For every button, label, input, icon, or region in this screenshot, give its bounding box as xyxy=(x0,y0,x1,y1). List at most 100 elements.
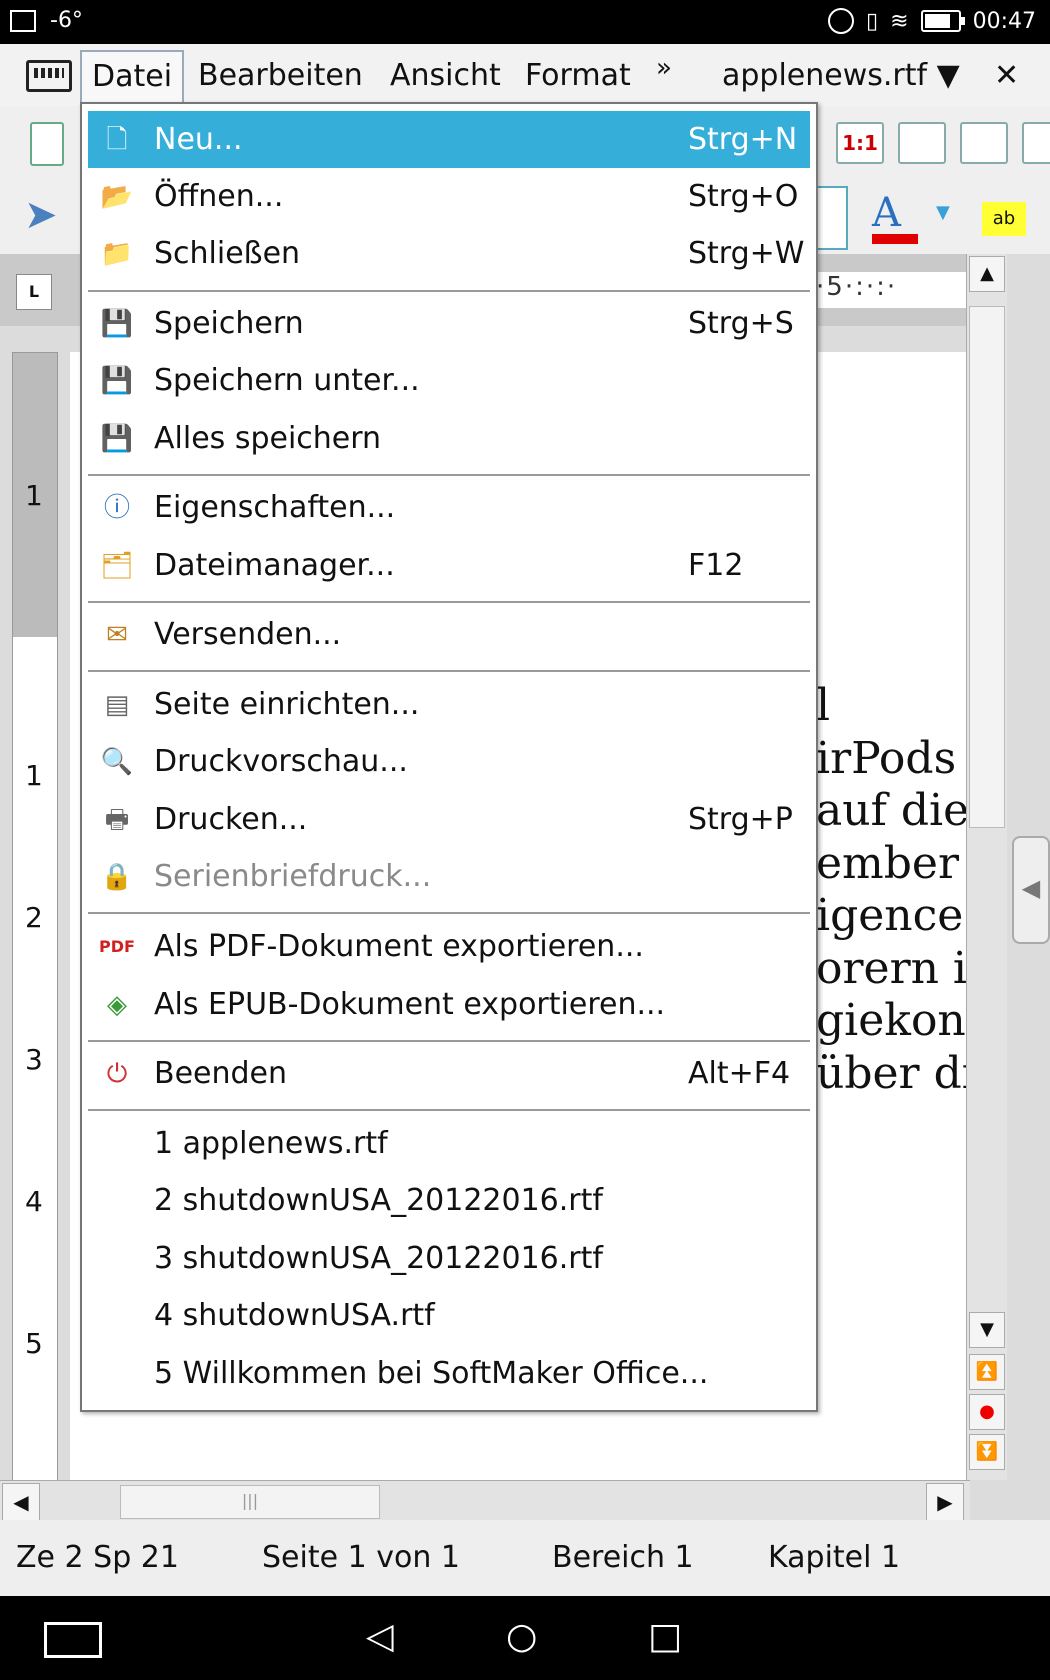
horizontal-scrollbar[interactable]: ◀ ||| ▶ xyxy=(0,1480,970,1521)
menu-item-shortcut: Strg+S xyxy=(688,306,794,341)
print-preview-icon: 🔍 xyxy=(100,747,134,777)
menu-item-label: Schließen xyxy=(154,236,301,271)
recent-file-label: 3 shutdownUSA_20122016.rtf xyxy=(154,1241,603,1276)
menu-item-label: Serienbriefdruck... xyxy=(154,859,432,894)
ruler-number: 2 xyxy=(25,901,43,934)
back-icon[interactable]: ◁ xyxy=(366,1616,394,1657)
printer-icon: 🖶 xyxy=(104,805,130,835)
recent-file-3[interactable]: 3 shutdownUSA_20122016.rtf xyxy=(88,1230,810,1287)
pdf-icon: PDF xyxy=(99,937,135,956)
previous-page-icon[interactable]: ⏫ xyxy=(969,1354,1005,1390)
menu-item-exit[interactable]: ⏻ Beenden Alt+F4 xyxy=(88,1045,810,1102)
status-bar: -6° ▯ ≋ 00:47 xyxy=(0,0,1050,44)
save-as-icon: 💾 xyxy=(100,366,134,396)
menu-datei[interactable]: Datei xyxy=(80,50,185,104)
new-document-icon[interactable] xyxy=(30,122,64,166)
menu-item-mail-merge[interactable]: 🔒 Serienbriefdruck... xyxy=(88,848,810,905)
recent-file-2[interactable]: 2 shutdownUSA_20122016.rtf xyxy=(88,1172,810,1229)
menu-ansicht[interactable]: Ansicht xyxy=(390,56,501,96)
menu-item-shortcut: Alt+F4 xyxy=(688,1056,791,1091)
menu-item-shortcut: Strg+P xyxy=(688,802,793,837)
next-page-icon[interactable]: ⏬ xyxy=(969,1434,1005,1470)
doc-line: l xyxy=(816,680,831,731)
menu-item-label: Alles speichern xyxy=(154,421,382,456)
page-width-icon[interactable] xyxy=(898,122,946,164)
menu-item-page-setup[interactable]: ▤ Seite einrichten... xyxy=(88,676,810,733)
vertical-scrollbar[interactable]: ▲ ▼ ⏫ ● ⏬ xyxy=(966,254,1007,1480)
side-panel-handle-icon[interactable]: ◀ xyxy=(1012,836,1050,944)
menu-separator xyxy=(88,474,810,476)
scrollbar-thumb[interactable] xyxy=(969,306,1005,828)
menu-item-label: Versenden... xyxy=(154,617,342,652)
menu-item-print[interactable]: 🖶 Drucken... Strg+P xyxy=(88,791,810,848)
menu-item-label: Als EPUB-Dokument exportieren... xyxy=(154,987,666,1022)
menu-format[interactable]: Format xyxy=(525,56,631,96)
font-color-icon[interactable]: A xyxy=(872,190,901,236)
doc-line: igence e xyxy=(816,890,966,941)
recent-file-label: 4 shutdownUSA.rtf xyxy=(154,1298,435,1333)
power-icon: ⏻ xyxy=(106,1059,128,1089)
scroll-right-icon[interactable]: ▶ xyxy=(926,1483,964,1521)
menu-item-open[interactable]: 📂 Öffnen... Strg+O xyxy=(88,168,810,225)
home-icon[interactable]: ○ xyxy=(506,1616,537,1657)
menu-item-close[interactable]: 📁 Schließen Strg+W xyxy=(88,225,810,282)
scroll-up-icon[interactable]: ▲ xyxy=(969,256,1005,292)
recent-file-5[interactable]: 5 Willkommen bei SoftMaker Office... xyxy=(88,1345,810,1402)
file-manager-icon: 🗂 xyxy=(100,551,134,581)
save-icon: 💾 xyxy=(100,309,134,339)
style-box[interactable] xyxy=(816,186,848,250)
keyboard-icon[interactable] xyxy=(26,60,72,92)
info-icon: ⓘ xyxy=(103,493,130,523)
menu-item-export-pdf[interactable]: PDF Als PDF-Dokument exportieren... xyxy=(88,918,810,975)
full-page-icon[interactable] xyxy=(960,122,1008,164)
menu-separator xyxy=(88,601,810,603)
pointer-icon[interactable]: ➤ xyxy=(24,192,58,238)
recent-file-4[interactable]: 4 shutdownUSA.rtf xyxy=(88,1287,810,1344)
menu-item-export-epub[interactable]: ◈ Als EPUB-Dokument exportieren... xyxy=(88,976,810,1033)
doc-line: über die xyxy=(816,1047,966,1099)
menu-item-print-preview[interactable]: 🔍 Druckvorschau... xyxy=(88,733,810,790)
split-screen-icon[interactable] xyxy=(44,1622,102,1658)
tab-stop-icon[interactable]: L xyxy=(16,274,52,310)
ruler-scale: ·5·:·:· xyxy=(816,272,966,308)
menu-item-save-as[interactable]: 💾 Speichern unter... xyxy=(88,352,810,409)
menu-item-save-all[interactable]: 💾 Alles speichern xyxy=(88,410,810,467)
lock-icon: 🔒 xyxy=(100,862,134,892)
page-indicator: Seite 1 von 1 xyxy=(262,1540,460,1575)
doc-line: giekonze xyxy=(816,995,966,1046)
zoom-100-icon[interactable]: 1:1 xyxy=(836,122,884,164)
close-icon[interactable]: ✕ xyxy=(994,56,1019,96)
browse-object-icon[interactable]: ● xyxy=(969,1394,1005,1430)
temperature: -6° xyxy=(50,8,83,33)
chevron-down-icon[interactable]: ▼ xyxy=(936,202,950,223)
ruler-number: 1 xyxy=(25,759,43,792)
scrollbar-thumb[interactable]: ||| xyxy=(120,1485,380,1519)
doc-line: ember 2( xyxy=(816,837,966,889)
recents-icon[interactable]: □ xyxy=(648,1616,682,1657)
scroll-left-icon[interactable]: ◀ xyxy=(2,1483,40,1521)
doc-line: auf die xyxy=(816,785,966,836)
doc-line: irPods t xyxy=(816,732,966,784)
recent-file-label: 1 applenews.rtf xyxy=(154,1126,388,1161)
recent-file-1[interactable]: 1 applenews.rtf xyxy=(88,1115,810,1172)
multi-page-icon[interactable] xyxy=(1022,122,1050,164)
menu-item-label: Neu... xyxy=(154,122,243,157)
menu-item-send[interactable]: ✉ Versenden... xyxy=(88,606,810,663)
save-all-icon: 💾 xyxy=(100,424,134,454)
scroll-down-icon[interactable]: ▼ xyxy=(969,1312,1005,1348)
menu-item-label: Dateimanager... xyxy=(154,548,395,583)
menu-item-properties[interactable]: ⓘ Eigenschaften... xyxy=(88,479,810,536)
ruler-number: 4 xyxy=(25,1185,43,1218)
menu-item-save[interactable]: 💾 Speichern Strg+S xyxy=(88,295,810,352)
document-switcher[interactable]: applenews.rtf ▼ xyxy=(722,56,960,96)
highlighter-icon[interactable]: ab xyxy=(982,202,1026,236)
menu-item-label: Als PDF-Dokument exportieren... xyxy=(154,929,644,964)
document-text[interactable]: l irPods t auf die ember 2( igence e ore… xyxy=(816,680,966,1100)
menu-bearbeiten[interactable]: Bearbeiten xyxy=(198,56,363,96)
menu-item-new[interactable]: 🗋 Neu... Strg+N xyxy=(88,111,810,168)
ruler-number: 3 xyxy=(25,1043,43,1076)
menu-item-file-manager[interactable]: 🗂 Dateimanager... F12 xyxy=(88,537,810,594)
menu-item-shortcut: Strg+N xyxy=(688,122,798,157)
vibrate-icon: ▯ xyxy=(866,8,879,34)
menu-overflow-icon[interactable]: » xyxy=(656,48,672,88)
